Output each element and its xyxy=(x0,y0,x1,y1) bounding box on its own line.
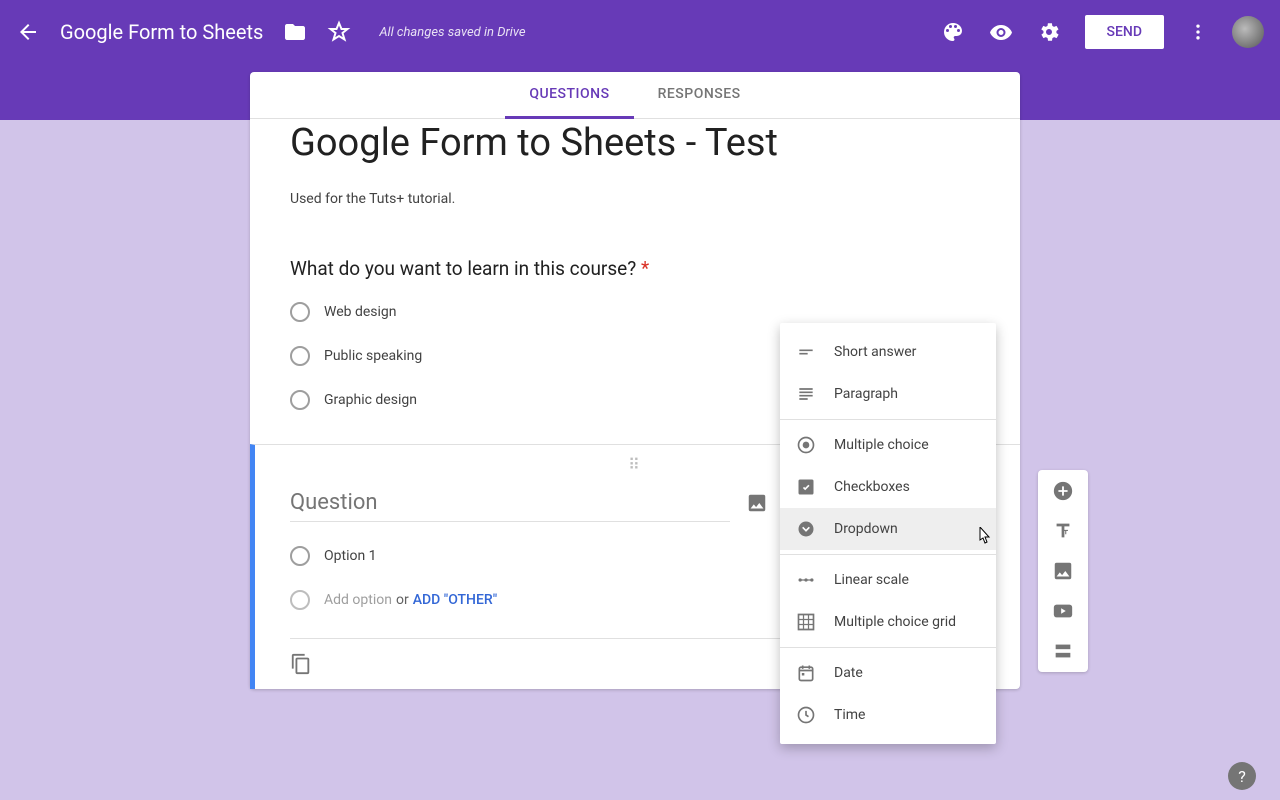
menu-item-checkboxes[interactable]: Checkboxes xyxy=(780,466,996,508)
star-icon[interactable] xyxy=(327,20,351,44)
preview-icon[interactable] xyxy=(989,20,1013,44)
menu-label: Short answer xyxy=(834,344,916,360)
add-other-link[interactable]: ADD "OTHER" xyxy=(413,592,497,608)
or-text: or xyxy=(396,592,409,608)
option-label: Graphic design xyxy=(324,392,417,408)
menu-label: Dropdown xyxy=(834,521,898,537)
tab-questions[interactable]: QUESTIONS xyxy=(505,72,633,119)
menu-item-paragraph[interactable]: Paragraph xyxy=(780,373,996,415)
radio-icon xyxy=(290,346,310,366)
add-video-icon[interactable] xyxy=(1052,600,1074,622)
menu-label: Date xyxy=(834,665,863,681)
option-label: Public speaking xyxy=(324,348,422,364)
dropdown-icon xyxy=(796,519,816,539)
send-button[interactable]: SEND xyxy=(1085,15,1164,49)
palette-icon[interactable] xyxy=(941,20,965,44)
side-toolbar xyxy=(1038,470,1088,672)
menu-item-time[interactable]: Time xyxy=(780,694,996,736)
menu-label: Linear scale xyxy=(834,572,909,588)
save-status: All changes saved in Drive xyxy=(379,25,525,40)
menu-item-multiple-choice[interactable]: Multiple choice xyxy=(780,424,996,466)
add-image-icon[interactable] xyxy=(746,492,768,514)
radio-icon xyxy=(290,590,310,610)
tab-bar: QUESTIONS RESPONSES xyxy=(250,72,1020,119)
radio-icon xyxy=(290,302,310,322)
question-type-menu: Short answer Paragraph Multiple choice C… xyxy=(780,323,996,744)
more-vert-icon[interactable] xyxy=(1188,20,1208,44)
linear-scale-icon xyxy=(796,570,816,590)
tab-responses[interactable]: RESPONSES xyxy=(634,72,765,118)
form-title[interactable]: Google Form to Sheets - Test xyxy=(290,121,980,165)
menu-item-dropdown[interactable]: Dropdown xyxy=(780,508,996,550)
form-description[interactable]: Used for the Tuts+ tutorial. xyxy=(290,191,980,207)
back-arrow-icon[interactable] xyxy=(16,20,40,44)
radio-icon xyxy=(796,435,816,455)
add-image-icon[interactable] xyxy=(1052,560,1074,582)
menu-item-mc-grid[interactable]: Multiple choice grid xyxy=(780,601,996,643)
question-text: What do you want to learn in this course… xyxy=(290,257,980,280)
menu-item-short-answer[interactable]: Short answer xyxy=(780,331,996,373)
add-question-icon[interactable] xyxy=(1052,480,1074,502)
required-star: * xyxy=(641,257,649,280)
calendar-icon xyxy=(796,663,816,683)
app-header: Google Form to Sheets All changes saved … xyxy=(0,0,1280,64)
menu-item-date[interactable]: Date xyxy=(780,652,996,694)
help-button[interactable]: ? xyxy=(1228,762,1256,790)
duplicate-icon[interactable] xyxy=(290,653,312,675)
paragraph-icon xyxy=(796,384,816,404)
menu-label: Paragraph xyxy=(834,386,898,402)
menu-label: Multiple choice xyxy=(834,437,929,453)
question-label: What do you want to learn in this course… xyxy=(290,257,641,280)
add-section-icon[interactable] xyxy=(1052,640,1074,662)
menu-item-linear-scale[interactable]: Linear scale xyxy=(780,559,996,601)
radio-icon xyxy=(290,390,310,410)
menu-label: Multiple choice grid xyxy=(834,614,956,630)
form-name[interactable]: Google Form to Sheets xyxy=(60,20,263,44)
option-label: Web design xyxy=(324,304,397,320)
add-option-text[interactable]: Add option xyxy=(324,592,392,608)
checkbox-icon xyxy=(796,477,816,497)
user-avatar[interactable] xyxy=(1232,16,1264,48)
menu-label: Time xyxy=(834,707,865,723)
option-label[interactable]: Option 1 xyxy=(324,548,377,564)
clock-icon xyxy=(796,705,816,725)
question-title-input[interactable] xyxy=(290,484,730,522)
settings-icon[interactable] xyxy=(1037,20,1061,44)
short-answer-icon xyxy=(796,342,816,362)
menu-label: Checkboxes xyxy=(834,479,910,495)
folder-icon[interactable] xyxy=(283,20,307,44)
radio-icon xyxy=(290,546,310,566)
add-title-icon[interactable] xyxy=(1052,520,1074,542)
grid-icon xyxy=(796,612,816,632)
option-row[interactable]: Web design xyxy=(290,302,980,322)
